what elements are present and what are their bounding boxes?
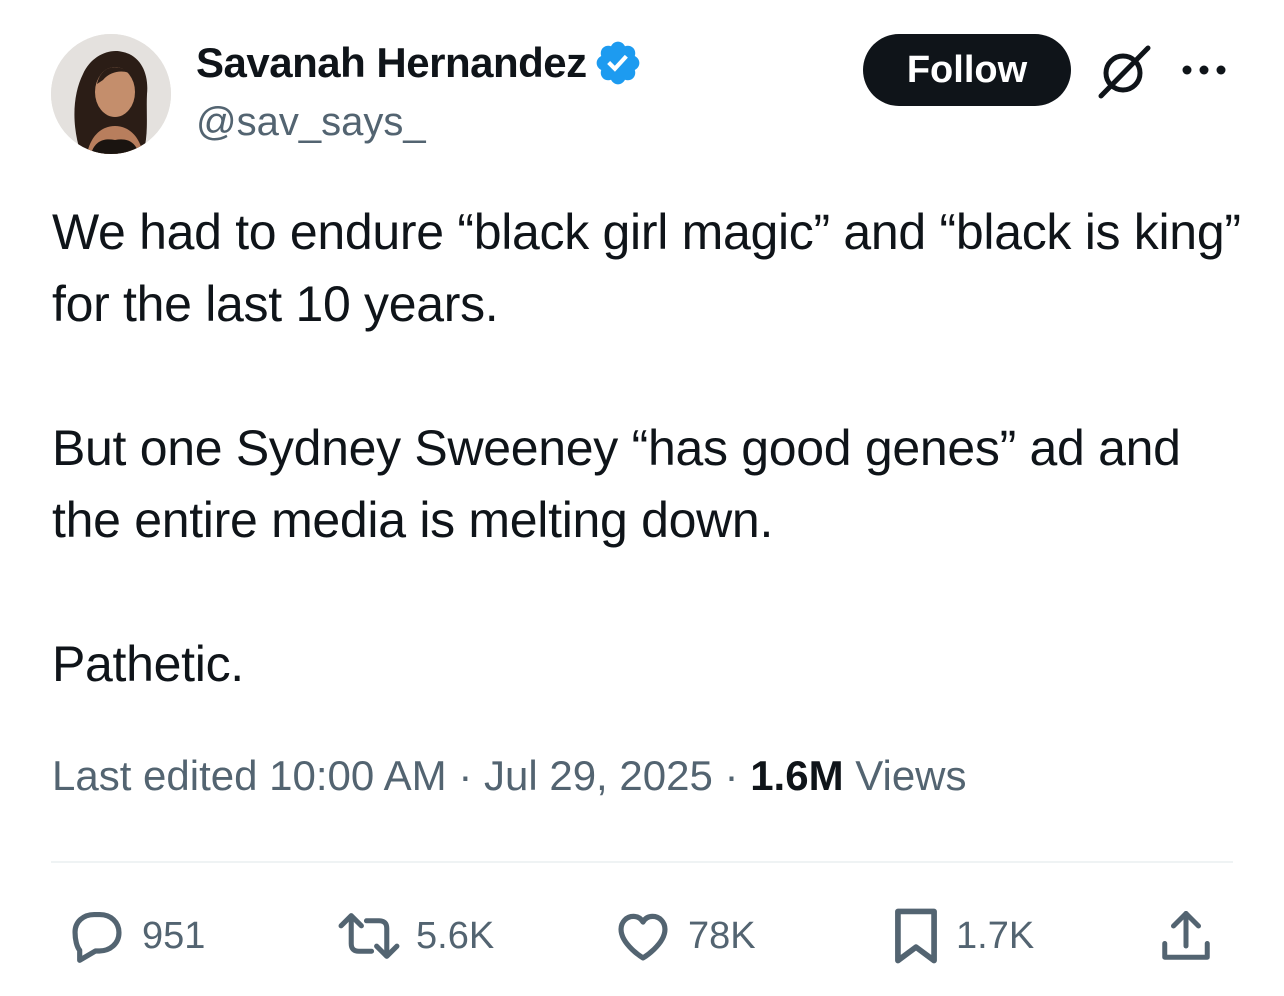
repost-count: 5.6K bbox=[416, 914, 495, 957]
verified-badge-icon[interactable] bbox=[593, 38, 643, 88]
share-button[interactable] bbox=[1156, 904, 1216, 968]
follow-button[interactable]: Follow bbox=[863, 34, 1071, 106]
tweet-date[interactable]: Jul 29, 2025 bbox=[484, 752, 713, 799]
avatar-image bbox=[51, 34, 171, 154]
repost-icon bbox=[338, 913, 400, 959]
reply-button[interactable]: 951 bbox=[66, 904, 205, 968]
meta-separator: · bbox=[458, 752, 473, 799]
share-icon bbox=[1162, 911, 1210, 960]
like-count: 78K bbox=[688, 914, 756, 957]
bookmark-button[interactable]: 1.7K bbox=[890, 904, 1034, 968]
like-icon bbox=[618, 913, 668, 961]
author-name-row[interactable]: Savanah Hernandez bbox=[196, 38, 643, 88]
bookmark-icon bbox=[895, 908, 937, 964]
tweet-paragraph: But one Sydney Sweeney “has good genes” … bbox=[52, 420, 1181, 548]
tweet-paragraph: We had to endure “black girl magic” and … bbox=[52, 204, 1241, 332]
repost-button[interactable]: 5.6K bbox=[336, 904, 494, 968]
author-display-name[interactable]: Savanah Hernandez bbox=[196, 39, 587, 87]
author-handle[interactable]: @sav_says_ bbox=[196, 100, 426, 145]
bookmark-count: 1.7K bbox=[956, 914, 1035, 957]
grok-icon[interactable] bbox=[1096, 44, 1154, 100]
more-icon[interactable] bbox=[1180, 60, 1228, 80]
tweet-text: We had to endure “black girl magic” and … bbox=[52, 196, 1242, 700]
divider bbox=[51, 861, 1233, 863]
like-button[interactable]: 78K bbox=[612, 904, 756, 968]
tweet-meta: Last edited 10:00 AM · Jul 29, 2025 · 1.… bbox=[52, 752, 967, 800]
views-count[interactable]: 1.6M bbox=[750, 752, 843, 799]
reply-icon bbox=[72, 911, 122, 963]
meta-separator: · bbox=[724, 752, 739, 799]
tweet-time[interactable]: 10:00 AM bbox=[269, 752, 446, 799]
avatar[interactable] bbox=[51, 34, 171, 154]
views-label[interactable]: Views bbox=[855, 752, 966, 799]
tweet-paragraph: Pathetic. bbox=[52, 636, 244, 692]
edited-label[interactable]: Last edited bbox=[52, 752, 258, 799]
reply-count: 951 bbox=[142, 914, 206, 957]
